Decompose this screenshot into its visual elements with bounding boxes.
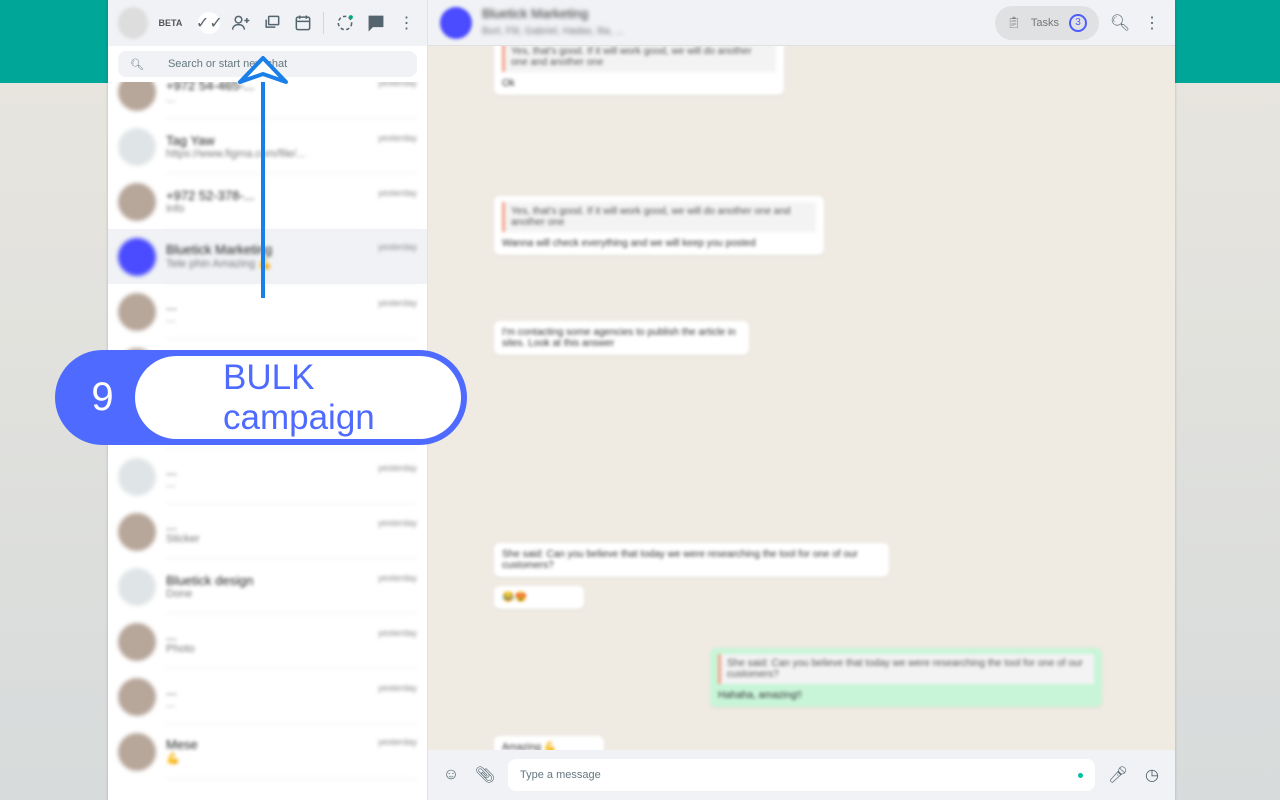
step-label: BULK campaign bbox=[135, 356, 461, 439]
chat-list-item[interactable]: ... yesterday... bbox=[108, 669, 427, 724]
chat-avatar bbox=[118, 567, 156, 606]
double-check-icon[interactable]: ✓✓ bbox=[196, 12, 223, 34]
chat-preview: ... bbox=[166, 92, 176, 105]
message-bubble: I'm contacting some agencies to publish … bbox=[494, 321, 749, 355]
chat-preview: Info bbox=[166, 202, 185, 215]
chat-preview: Tele phin Amazing 💪 bbox=[166, 258, 273, 270]
chat-preview: Photo bbox=[166, 642, 195, 655]
chat-time: yesterday bbox=[377, 297, 417, 308]
microphone-icon[interactable]: 🎤︎ bbox=[1107, 764, 1129, 786]
chat-avatar bbox=[118, 127, 156, 166]
chat-time: yesterday bbox=[377, 462, 417, 473]
sidebar-header: BETA ✓✓ ⋮ bbox=[108, 0, 427, 46]
chat-avatar bbox=[118, 237, 156, 276]
calendar-icon[interactable] bbox=[292, 12, 313, 34]
message-text: 😂😍 bbox=[502, 592, 527, 603]
chat-name: ... bbox=[166, 627, 177, 643]
message-text: Wanna will check everything and we will … bbox=[502, 238, 756, 249]
quoted-message: Yes, that's good. If it will work good, … bbox=[502, 46, 776, 72]
chat-time: yesterday bbox=[377, 572, 417, 583]
chat-time: yesterday bbox=[377, 242, 417, 252]
status-dot bbox=[1078, 773, 1083, 778]
message-text: She said: Can you believe that today we … bbox=[502, 549, 858, 571]
chat-avatar bbox=[118, 182, 156, 221]
message-bubble: She said: Can you believe that today we … bbox=[494, 543, 889, 577]
chat-preview: Sticker bbox=[166, 532, 200, 545]
chat-avatar bbox=[118, 512, 156, 551]
message-bubble: 😂😍 bbox=[494, 586, 584, 609]
message-area: Yes, that's good. If it will work good, … bbox=[428, 46, 1175, 750]
chat-preview: Done bbox=[166, 587, 193, 600]
chat-list-item[interactable]: ... yesterday Photo bbox=[108, 614, 427, 669]
chat-time: yesterday bbox=[377, 187, 417, 198]
message-bubble: Amazing 💪 bbox=[494, 736, 604, 750]
chat-name: ... bbox=[166, 682, 177, 698]
chat-list-item[interactable]: Bluetick design yesterday Done bbox=[108, 559, 427, 614]
menu-icon[interactable]: ⋮ bbox=[1141, 12, 1163, 34]
search-icon[interactable]: 🔍︎ bbox=[1109, 12, 1131, 34]
chat-avatar bbox=[118, 82, 156, 111]
chat-avatar bbox=[118, 622, 156, 661]
menu-icon[interactable]: ⋮ bbox=[396, 12, 417, 34]
chat-avatar bbox=[118, 732, 156, 771]
add-contact-icon[interactable] bbox=[230, 12, 251, 34]
chat-time: yesterday bbox=[377, 132, 417, 143]
chat-preview: ... bbox=[166, 477, 176, 490]
emoji-icon[interactable]: ☺ bbox=[440, 764, 462, 786]
chat-avatar[interactable] bbox=[440, 6, 472, 39]
chat-name: ... bbox=[166, 517, 177, 533]
chat-time: yesterday bbox=[377, 627, 417, 638]
schedule-icon[interactable]: ◷ bbox=[1141, 764, 1163, 786]
quoted-message: Yes, that's good. If it will work good, … bbox=[502, 202, 816, 232]
chat-list-item[interactable]: Mese yesterday 💪 bbox=[108, 724, 427, 779]
chat-preview: 💪 bbox=[166, 753, 180, 765]
chat-avatar bbox=[118, 292, 156, 331]
attach-icon[interactable]: 📎︎ bbox=[474, 764, 496, 786]
chat-name: ... bbox=[166, 297, 177, 313]
chat-preview: https://www.figma.com/file/... bbox=[166, 147, 306, 160]
chat-name: Tag Yaw bbox=[166, 132, 215, 148]
chat-preview: ... bbox=[166, 312, 176, 325]
tasks-label: Tasks bbox=[1030, 16, 1059, 29]
profile-avatar[interactable] bbox=[118, 7, 149, 39]
message-placeholder: Type a message bbox=[520, 769, 601, 781]
chat-time: yesterday bbox=[377, 682, 417, 693]
bulk-campaign-icon[interactable] bbox=[261, 12, 282, 34]
chat-time: yesterday bbox=[377, 737, 417, 747]
chat-avatar bbox=[118, 457, 156, 496]
chat-time: yesterday bbox=[377, 82, 417, 88]
step-callout: 9 BULK campaign bbox=[55, 350, 467, 445]
beta-label: BETA bbox=[158, 18, 183, 28]
chat-time: yesterday bbox=[377, 517, 417, 528]
message-text: Amazing 💪 bbox=[502, 742, 557, 750]
conversation-header: Bluetick Marketing Bort, Flit, Gabriel, H… bbox=[428, 0, 1175, 46]
divider bbox=[323, 12, 325, 34]
conversation: Bluetick Marketing Bort, Flit, Gabriel, H… bbox=[428, 0, 1175, 800]
chat-subtitle: Bort, Flit, Gabriel, Hadas, Ilia, ... bbox=[482, 26, 624, 37]
message-text: Hahaha, amazing!! bbox=[718, 690, 802, 701]
search-icon: 🔍︎ bbox=[130, 58, 144, 71]
arrow-pointer bbox=[238, 56, 288, 298]
message-text: Ok bbox=[502, 78, 515, 89]
message-text: I'm contacting some agencies to publish … bbox=[502, 327, 736, 349]
chat-name: Mese bbox=[166, 737, 198, 752]
chat-name: ... bbox=[166, 462, 177, 478]
status-icon[interactable] bbox=[334, 12, 355, 34]
message-input[interactable]: Type a message bbox=[508, 759, 1095, 791]
chat-preview: ... bbox=[166, 697, 176, 710]
message-bubble: Yes, that's good. If it will work good, … bbox=[494, 46, 784, 95]
message-bubble: She said: Can you believe that today we … bbox=[710, 648, 1102, 707]
tasks-button[interactable]: 📋︎ Tasks 3 bbox=[994, 5, 1099, 40]
clipboard-icon: 📋︎ bbox=[1006, 17, 1021, 29]
new-chat-icon[interactable] bbox=[365, 12, 386, 34]
composer: ☺ 📎︎ Type a message 🎤︎ ◷ bbox=[428, 750, 1175, 800]
message-bubble: Yes, that's good. If it will work good, … bbox=[494, 196, 824, 255]
chat-title[interactable]: Bluetick Marketing bbox=[482, 6, 985, 21]
chat-list-item[interactable]: ... yesterday Sticker bbox=[108, 504, 427, 559]
quoted-message: She said: Can you believe that today we … bbox=[718, 654, 1094, 684]
chat-name: Bluetick design bbox=[166, 572, 254, 588]
chat-list-item[interactable]: ... yesterday... bbox=[108, 449, 427, 504]
tasks-count: 3 bbox=[1069, 13, 1087, 32]
chat-avatar bbox=[118, 677, 156, 716]
